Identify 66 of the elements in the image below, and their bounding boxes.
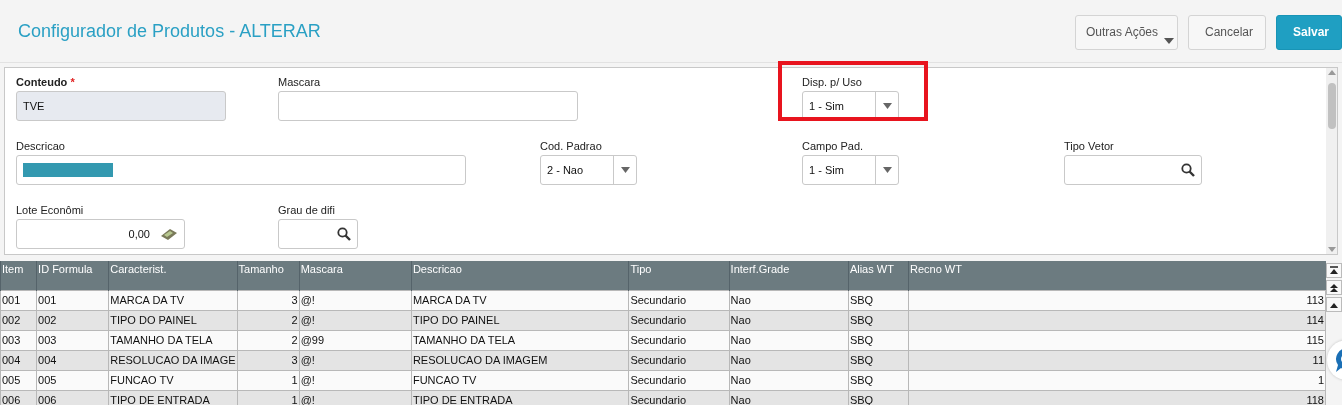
column-header[interactable]: Alias WT xyxy=(848,261,909,290)
table-cell: 115 xyxy=(908,330,1326,350)
table-cell: MARCA DA TV xyxy=(108,290,237,310)
field-label: Conteudo * xyxy=(16,76,75,90)
table-cell: 002 xyxy=(0,310,37,330)
column-header[interactable]: Item xyxy=(0,261,37,290)
column-header[interactable]: Mascara xyxy=(299,261,412,290)
column-header[interactable]: Descricao xyxy=(411,261,629,290)
field-label: Grau de difi xyxy=(278,204,335,218)
column-header[interactable]: ID Formula xyxy=(36,261,109,290)
actions-menu-button[interactable]: Outras Ações xyxy=(1075,14,1178,50)
column-header[interactable]: Caracterist. xyxy=(108,261,237,290)
table-cell: 113 xyxy=(908,290,1326,310)
scroll-up-button[interactable] xyxy=(1326,297,1342,312)
calculator-icon xyxy=(160,227,178,241)
number-field[interactable]: 0,00 xyxy=(16,219,185,249)
table-cell: 001 xyxy=(36,290,109,310)
search-icon xyxy=(1181,163,1195,177)
search-icon xyxy=(337,227,351,241)
cancel-button[interactable]: Cancelar xyxy=(1188,14,1266,50)
table-cell: 11 xyxy=(908,350,1326,370)
caret-icon xyxy=(1164,37,1174,44)
table-cell: 1 xyxy=(908,370,1326,390)
dropdown[interactable]: 1 - Sim xyxy=(802,155,899,185)
field-label: Disp. p/ Uso xyxy=(802,76,862,90)
table-cell: Nao xyxy=(729,290,849,310)
caret-icon xyxy=(882,103,892,109)
field-label: Lote Econômi xyxy=(16,204,84,218)
table-cell: Secundario xyxy=(628,290,730,310)
table-cell: @! xyxy=(299,290,412,310)
table-cell: 004 xyxy=(0,350,37,370)
table-cell: 114 xyxy=(908,310,1326,330)
first-page-icon xyxy=(1329,266,1339,275)
column-header[interactable]: Recno WT xyxy=(908,261,1326,290)
table-cell: 005 xyxy=(0,370,37,390)
table-cell: 3 xyxy=(237,290,300,310)
scroll-up-icon[interactable] xyxy=(1327,70,1336,75)
field-label: Campo Pad. xyxy=(802,140,864,154)
input-field[interactable] xyxy=(278,91,578,121)
scrollbar-thumb[interactable] xyxy=(1327,83,1336,129)
column-header[interactable]: Tipo xyxy=(628,261,730,290)
caret-icon xyxy=(620,167,630,173)
column-header[interactable]: Interf.Grade xyxy=(729,261,849,290)
field-label: Tipo Vetor xyxy=(1064,140,1114,154)
double-up-icon xyxy=(1329,282,1339,293)
lookup-field[interactable] xyxy=(1064,155,1202,185)
up-icon xyxy=(1329,301,1339,308)
table-cell: 003 xyxy=(0,330,37,350)
field-label: Mascara xyxy=(278,76,321,90)
table-cell: SBQ xyxy=(848,290,909,310)
scroll-down-icon[interactable] xyxy=(1327,247,1336,252)
column-header[interactable]: Tamanho xyxy=(237,261,300,290)
page-title: Configurador de Produtos - ALTERAR xyxy=(18,20,322,42)
table-cell: MARCA DA TV xyxy=(411,290,629,310)
field-label: Descricao xyxy=(16,140,65,154)
input-field[interactable]: TVE xyxy=(16,91,226,121)
field-label: Cod. Padrao xyxy=(540,140,602,154)
caret-icon xyxy=(882,167,892,173)
scrollbar[interactable] xyxy=(1326,68,1337,254)
first-page-button[interactable] xyxy=(1326,263,1342,278)
table-cell: 001 xyxy=(0,290,37,310)
save-button[interactable]: Salvar xyxy=(1276,14,1342,50)
dropdown[interactable]: 2 - Nao xyxy=(540,155,637,185)
lookup-field[interactable] xyxy=(278,219,358,249)
input-field[interactable] xyxy=(16,155,466,185)
page-up-button[interactable] xyxy=(1326,280,1342,295)
